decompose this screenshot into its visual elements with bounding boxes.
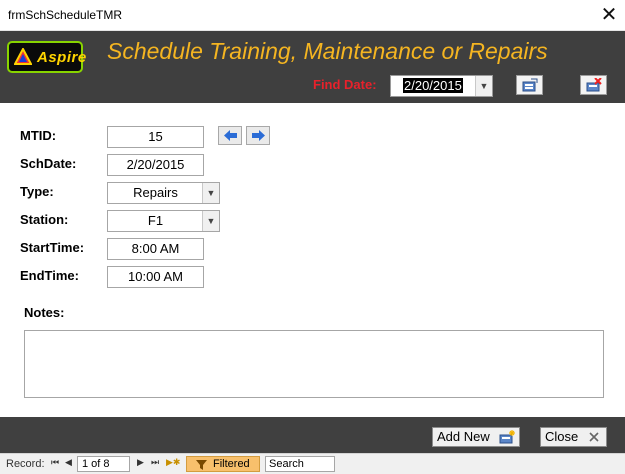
record-label: Record: — [6, 458, 45, 470]
logo-text: Aspire — [37, 49, 87, 66]
mtid-field[interactable]: 15 — [107, 126, 204, 148]
next-record-button[interactable] — [246, 126, 270, 145]
chevron-down-icon[interactable]: ▼ — [475, 76, 492, 96]
starttime-field[interactable]: 8:00 AM — [107, 238, 204, 260]
add-new-label: Add New — [437, 429, 490, 444]
mtid-label: MTID: — [20, 128, 57, 143]
endtime-field[interactable]: 10:00 AM — [107, 266, 204, 288]
schdate-field[interactable]: 2/20/2015 — [107, 154, 204, 176]
add-new-button[interactable]: Add New — [432, 427, 520, 447]
filter-toggle-button[interactable]: Filtered — [186, 456, 260, 472]
delete-record-icon — [586, 78, 602, 92]
next-record-icon[interactable]: ▶ — [137, 457, 144, 468]
record-navigation-bar: Record: ⏮ ◀ 1 of 8 ▶ ⏭ ▶✱ Filtered Searc… — [0, 453, 625, 474]
filter-funnel-icon — [196, 460, 207, 470]
find-date-combo[interactable]: 2/20/2015 ▼ — [390, 75, 493, 97]
starttime-label: StartTime: — [20, 240, 85, 255]
endtime-label: EndTime: — [20, 268, 79, 283]
new-record-icon — [499, 430, 515, 444]
notes-field[interactable] — [24, 330, 604, 398]
window-titlebar: frmSchScheduleTMR ✕ — [0, 0, 625, 31]
station-label: Station: — [20, 212, 69, 227]
close-label: Close — [545, 429, 579, 444]
aspire-logo: Aspire — [7, 41, 86, 73]
window-close-button[interactable]: ✕ — [597, 3, 621, 27]
previous-record-icon[interactable]: ◀ — [65, 457, 72, 468]
window-title: frmSchScheduleTMR — [8, 8, 123, 22]
new-record-nav-icon[interactable]: ▶✱ — [166, 457, 180, 468]
arrow-left-icon — [224, 130, 237, 141]
find-record-icon — [522, 78, 538, 92]
type-value: Repairs — [133, 185, 178, 200]
first-record-icon[interactable]: ⏮ — [51, 457, 59, 468]
find-date-value: 2/20/2015 — [403, 78, 463, 93]
form-heading: Schedule Training, Maintenance or Repair… — [107, 38, 548, 64]
current-record-field[interactable]: 1 of 8 — [77, 456, 130, 472]
search-input[interactable]: Search — [265, 456, 335, 472]
station-value: F1 — [147, 213, 164, 228]
close-icon — [589, 432, 599, 442]
chevron-down-icon[interactable]: ▼ — [202, 211, 219, 231]
chevron-down-icon[interactable]: ▼ — [202, 183, 219, 203]
delete-record-button[interactable] — [580, 75, 607, 95]
type-label: Type: — [20, 184, 54, 199]
arrow-right-icon — [252, 130, 265, 141]
find-date-label: Find Date: — [313, 77, 377, 92]
form-header: Aspire Schedule Training, Maintenance or… — [0, 31, 625, 103]
form-footer: Add New Close — [0, 417, 625, 453]
close-button[interactable]: Close — [540, 427, 607, 447]
schdate-label: SchDate: — [20, 156, 77, 171]
type-combo[interactable]: Repairs ▼ — [107, 182, 220, 204]
logo-triangle-icon — [14, 48, 32, 65]
filter-label: Filtered — [213, 458, 250, 470]
previous-record-button[interactable] — [218, 126, 242, 145]
find-record-button[interactable] — [516, 75, 543, 95]
notes-label: Notes: — [24, 305, 65, 320]
station-combo[interactable]: F1 ▼ — [107, 210, 220, 232]
last-record-icon[interactable]: ⏭ — [151, 457, 159, 468]
